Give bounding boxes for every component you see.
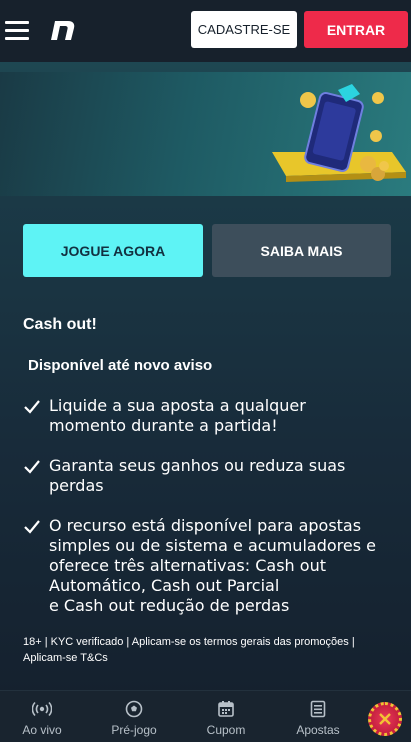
- close-promo-button[interactable]: [368, 702, 402, 736]
- feature-line: O recurso está disponível para apostas: [49, 516, 362, 535]
- nav-label: Apostas: [296, 723, 340, 737]
- feature-line: Garanta seus ganhos ou reduza suas: [49, 456, 346, 475]
- feature-line: Automático, Cash out Parcial: [49, 576, 280, 595]
- disclaimer-line: 18+ | KYC verificado | Aplicam-se os ter…: [23, 636, 355, 648]
- check-icon: [24, 520, 40, 534]
- feature-item: Liquide a sua aposta a qualquer momento …: [23, 396, 403, 436]
- feature-text: Liquide a sua aposta a qualquer momento …: [49, 396, 403, 436]
- play-now-button[interactable]: JOGUE AGORA: [23, 224, 203, 277]
- feature-line: oferece três alternativas: Cash out: [49, 556, 326, 575]
- top-header: CADASTRE-SE ENTRAR: [0, 0, 411, 62]
- nav-item-live[interactable]: Ao vivo: [2, 691, 82, 742]
- brand-logo[interactable]: [48, 16, 76, 44]
- nav-item-coupon[interactable]: Cupom: [186, 691, 266, 742]
- register-button[interactable]: CADASTRE-SE: [191, 11, 297, 48]
- feature-line: perdas: [49, 476, 104, 495]
- nav-label: Pré-jogo: [111, 723, 157, 737]
- bottom-navigation: Ao vivo Pré-jogo Cupom Apostas: [0, 690, 411, 742]
- feature-list: Liquide a sua aposta a qualquer momento …: [23, 396, 403, 636]
- promo-illustration: [272, 84, 406, 182]
- feature-line: e Cash out redução de perdas: [49, 596, 290, 615]
- disclaimer-line: Aplicam-se T&Cs: [23, 652, 108, 664]
- feature-text: Garanta seus ganhos ou reduza suas perda…: [49, 456, 403, 496]
- promo-title: Cash out!: [23, 316, 97, 333]
- feature-item: Garanta seus ganhos ou reduza suas perda…: [23, 456, 403, 496]
- check-icon: [24, 460, 40, 474]
- learn-more-button[interactable]: SAIBA MAIS: [212, 224, 391, 277]
- login-button[interactable]: ENTRAR: [304, 11, 408, 48]
- soccer-ball-icon: [124, 699, 144, 719]
- nav-label: Ao vivo: [22, 723, 62, 737]
- close-icon: [379, 713, 391, 725]
- promo-banner: [0, 72, 411, 196]
- nav-item-bets[interactable]: Apostas: [278, 691, 358, 742]
- feature-line: simples ou de sistema e acumuladores e: [49, 536, 376, 555]
- feature-text: O recurso está disponível para apostas s…: [49, 516, 403, 616]
- calendar-icon: [216, 699, 236, 719]
- feature-item: O recurso está disponível para apostas s…: [23, 516, 403, 616]
- nav-label: Cupom: [206, 723, 246, 737]
- promo-subtitle: Disponível até novo aviso: [28, 357, 213, 374]
- feature-line: momento durante a partida!: [49, 416, 278, 435]
- terms-disclaimer: 18+ | KYC verificado | Aplicam-se os ter…: [23, 634, 393, 666]
- feature-line: Liquide a sua aposta a qualquer: [49, 396, 306, 415]
- nav-item-prematch[interactable]: Pré-jogo: [94, 691, 174, 742]
- bet-slip-icon: [308, 699, 328, 719]
- live-broadcast-icon: [32, 699, 52, 719]
- check-icon: [24, 400, 40, 414]
- menu-icon[interactable]: [5, 21, 29, 41]
